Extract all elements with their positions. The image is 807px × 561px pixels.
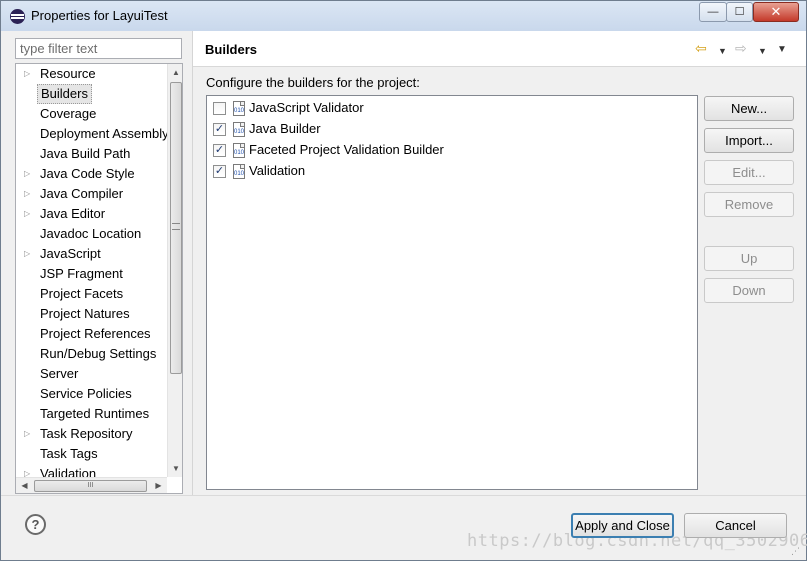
forward-menu-chevron-down-icon[interactable]: ▼ [758,43,767,59]
tree-item-label: Project References [40,326,151,341]
expand-arrow-icon[interactable]: ▷ [24,204,34,224]
expand-arrow-icon[interactable]: ▷ [24,424,34,444]
builder-label: Faceted Project Validation Builder [249,142,444,157]
builder-file-icon: 010 [233,122,245,137]
expand-arrow-icon[interactable]: ▷ [24,164,34,184]
tree-vertical-scrollbar[interactable]: ▲ ▼ [167,64,182,477]
remove-button[interactable]: Remove [704,192,794,217]
builder-checkbox[interactable]: ✓ [213,123,226,136]
maximize-button[interactable]: ☐ [726,2,753,22]
tree-item-label: Deployment Assembly [40,126,169,141]
back-arrow-icon[interactable]: ⇦ [695,40,707,56]
window-title: Properties for LayuiTest [31,8,168,23]
tree-item-label: Task Repository [40,426,133,441]
eclipse-icon [10,9,25,24]
new-button[interactable]: New... [704,96,794,121]
resize-grip-icon[interactable]: ⋰ [791,546,800,557]
down-button[interactable]: Down [704,278,794,303]
builder-file-icon: 010 [233,164,245,179]
scroll-right-icon[interactable]: ▶ [150,478,167,493]
filter-input[interactable] [15,38,182,59]
tree-item-label: Coverage [40,106,97,121]
help-icon[interactable]: ? [25,514,46,535]
scroll-down-icon[interactable]: ▼ [168,460,182,477]
view-menu-icon[interactable]: ▼ [777,42,787,58]
scroll-left-icon[interactable]: ◀ [16,478,33,493]
tree-item-label: Task Tags [40,446,98,461]
builder-label: JavaScript Validator [249,100,364,115]
builder-checkbox[interactable] [213,102,226,115]
builder-checkbox[interactable]: ✓ [213,165,226,178]
back-menu-chevron-down-icon[interactable]: ▼ [718,43,727,59]
tree-item-label: Javadoc Location [40,226,142,241]
footer-separator [1,495,806,496]
tree-item-label: Java Build Path [40,146,131,161]
tree-item-label: JSP Fragment [40,266,123,281]
cancel-button[interactable]: Cancel [684,513,787,538]
builder-file-icon: 010 [233,101,245,116]
tree-item-label: Server [40,366,79,381]
scroll-up-icon[interactable]: ▲ [168,64,182,81]
expand-arrow-icon[interactable]: ▷ [24,64,34,84]
builders-list: 010 JavaScript Validator ✓ 010 Java Builder ✓… [206,95,698,490]
tree-item-label: Project Natures [40,306,130,321]
builders-description: Configure the builders for the project: [206,75,420,90]
up-button[interactable]: Up [704,246,794,271]
tree-item-label: Run/Debug Settings [40,346,157,361]
hscroll-thumb[interactable]: III [34,480,147,492]
properties-dialog: Properties for LayuiTest — ☐ ✕ ▷ Resource… [0,0,807,561]
tree-item-label: Resource [40,66,96,81]
apply-and-close-button[interactable]: Apply and Close [571,513,674,538]
tree-item-label: Targeted Runtimes [40,406,150,421]
builder-checkbox[interactable]: ✓ [213,144,226,157]
tree-item-label: Java Compiler [40,186,124,201]
scroll-thumb[interactable] [170,82,182,374]
tree-item-label: Service Policies [40,386,132,401]
edit-button[interactable]: Edit... [704,160,794,185]
tree-item-label: JavaScript [40,246,101,261]
page-title: Builders [205,42,258,57]
minimize-button[interactable]: — [699,2,727,22]
tree-horizontal-scrollbar[interactable]: ◀ III ▶ [16,477,167,493]
property-page-tree: ▷ Resource Builders Coverage Deployment Asse… [15,63,183,494]
tree-item-label: Project Facets [40,286,124,301]
close-button[interactable]: ✕ [753,2,799,22]
page-header: Builders ⇦ ▼ ⇨ ▼ ▼ [193,31,806,67]
forward-arrow-icon[interactable]: ⇨ [735,40,747,56]
import-button[interactable]: Import... [704,128,794,153]
title-bar: Properties for LayuiTest — ☐ ✕ [1,1,806,31]
expand-arrow-icon[interactable]: ▷ [24,184,34,204]
tree-item-label: Builders [37,84,92,104]
panel-divider[interactable] [192,31,193,495]
builder-label: Validation [249,163,306,178]
builder-file-icon: 010 [233,143,245,158]
builder-label: Java Builder [249,121,321,136]
tree-item-label: Java Code Style [40,166,135,181]
tree-item-label: Java Editor [40,206,106,221]
expand-arrow-icon[interactable]: ▷ [24,244,34,264]
